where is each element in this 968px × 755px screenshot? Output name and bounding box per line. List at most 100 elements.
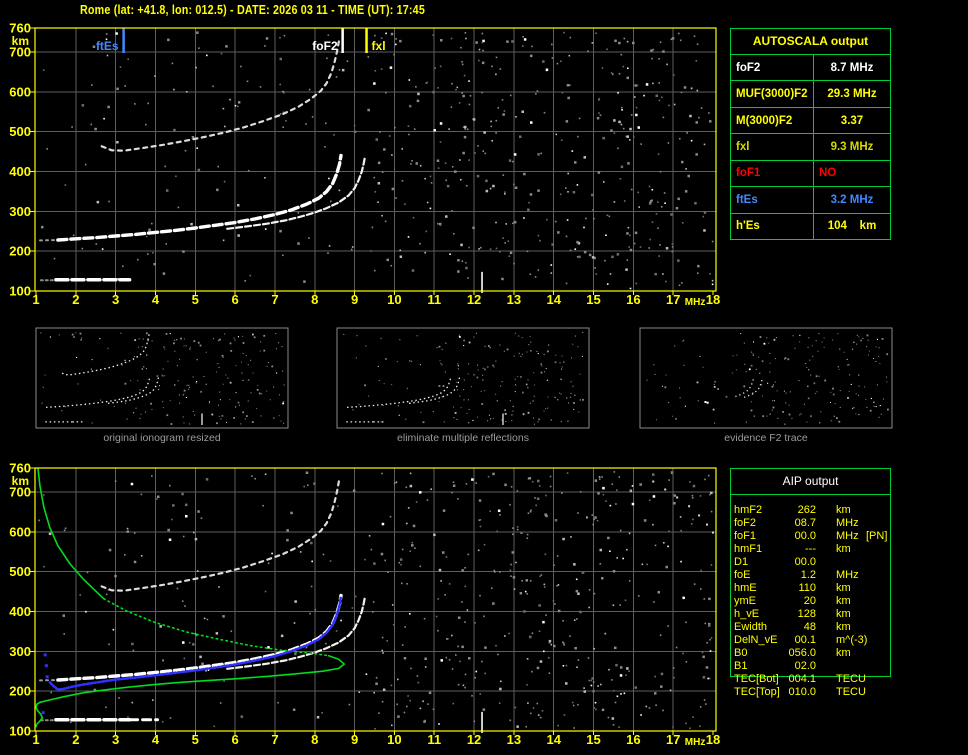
aip-row-unit <box>836 556 866 569</box>
aip-row-name: hmE <box>734 582 757 594</box>
mini-evidence-dot <box>704 401 707 403</box>
x-tick-label: 2 <box>72 292 79 307</box>
y-tick-label: 300 <box>9 644 31 659</box>
y-tick-label: 500 <box>9 564 31 579</box>
aip-row-name: B1 <box>734 660 748 672</box>
aip-row-unit: km <box>836 608 851 620</box>
aip-row: D1 00.0 <box>734 556 891 569</box>
x-tick-label: 6 <box>232 292 239 307</box>
thumbnail-border <box>639 327 893 429</box>
thumbnail-caption-eliminate: eliminate multiple reflections <box>397 432 529 444</box>
thumbnail-eliminate <box>336 327 590 429</box>
corner-arc-dot <box>652 480 655 483</box>
interference-streak <box>481 271 483 293</box>
y-unit-label: km <box>12 474 29 488</box>
autoscala-output-table: AUTOSCALA output foF2 8.7 MHz MUF(3000)F2 2… <box>730 28 891 240</box>
aip-row-unit: MHz <box>836 530 859 542</box>
x-tick-label: 15 <box>586 732 600 747</box>
axis-ticks <box>30 27 714 295</box>
aip-row-name: B0 <box>734 647 748 659</box>
y-tick-label: 200 <box>9 244 31 259</box>
aip-row: foE 1.2 MHz <box>734 569 891 582</box>
aip-row-value: 00.0 <box>794 556 816 568</box>
aip-row-name: D1 <box>734 556 749 568</box>
restored-trace-point <box>45 675 49 679</box>
y-tick-label: 300 <box>9 204 31 219</box>
f2-xmode-trace <box>226 156 366 230</box>
corner-arc-dot <box>664 488 667 491</box>
autoscala-row-label: ftEs <box>731 187 814 213</box>
autoscala-row: MUF(3000)F2 29.3 MHz <box>731 80 890 107</box>
f2-xmode-trace <box>226 596 366 670</box>
x-tick-label: 18 <box>706 292 720 307</box>
aip-row-unit: km <box>836 543 851 555</box>
aip-row-name: Ewidth <box>734 621 768 633</box>
x-tick-label: 14 <box>546 732 561 747</box>
grid-lines <box>35 28 716 291</box>
electron-density-profile <box>35 468 346 728</box>
aip-row: B1 02.0 <box>734 660 891 673</box>
x-tick-label: 8 <box>311 292 318 307</box>
corner-arc-dot <box>712 531 714 534</box>
autoscala-row-label: M(3000)F2 <box>731 107 814 134</box>
aip-row-note <box>866 582 891 595</box>
corner-arc-dot <box>688 505 691 508</box>
autoscala-row: h'Es 104 km <box>731 212 890 239</box>
y-tick-label: 600 <box>9 84 31 99</box>
thumbnail-border <box>336 327 590 429</box>
autoscala-screen: 1 2 3 4 5 6 7 8 9 10 11 12 13 14 15 16 17 18 MHz 760 700 600 5… <box>0 0 968 755</box>
aip-row-unit: km <box>836 582 851 594</box>
top-ionogram-plot: 1 2 3 4 5 6 7 8 9 10 11 12 13 14 15 16 17 18MHz7607006005… <box>9 21 720 309</box>
autoscala-table-rows: foF2 8.7 MHz MUF(3000)F2 29.3 MHz M(3000)F2 3… <box>731 55 890 239</box>
f2-omode-trace <box>56 593 343 682</box>
aip-row: hmF2 262 km <box>734 504 891 517</box>
x-unit-label: MHz <box>685 737 706 748</box>
x-tick-label: 16 <box>626 292 640 307</box>
aip-row-value: 010.0 <box>788 686 816 698</box>
autoscala-row: ftEs 3.2 MHz <box>731 186 890 213</box>
marker-foF2-label: foF2 <box>312 39 338 53</box>
y-tick-label: 400 <box>9 604 31 619</box>
mini-evidence-dot <box>706 401 709 404</box>
thumbnail-caption-evidence: evidence F2 trace <box>724 432 808 444</box>
aip-row-note <box>866 686 891 699</box>
aip-row-name: TEC[Top] <box>734 686 780 698</box>
x-tick-label: 12 <box>467 292 481 307</box>
aip-row-value: 00.1 <box>794 634 816 646</box>
x-tick-label: 7 <box>271 732 278 747</box>
autoscala-row-label: fxl <box>731 134 814 160</box>
aip-row: foF1 00.0 MHz [PN] <box>734 530 891 543</box>
aip-row-note <box>866 595 891 608</box>
y-tick-label: 100 <box>9 284 31 299</box>
profile-e-region-nose <box>35 703 44 728</box>
aip-row-note <box>866 673 891 686</box>
autoscala-row-value: 9.3 MHz <box>830 140 874 153</box>
aip-row: ymE 20 km <box>734 595 891 608</box>
x-tick-label: 13 <box>507 732 521 747</box>
aip-table-header: AIP output <box>782 474 839 488</box>
y-tick-label: 500 <box>9 124 31 139</box>
aip-row-name: TEC[Bot] <box>734 673 779 685</box>
x-tick-label: 8 <box>311 732 318 747</box>
aip-row-value: 004.1 <box>788 673 816 685</box>
window-title: Rome (lat: +41.8, lon: 012.5) - DATE: 20… <box>80 3 425 17</box>
corner-arc-dot <box>698 514 701 517</box>
autoscala-row: fxl 9.3 MHz <box>731 133 890 160</box>
aip-row-unit: km <box>836 647 851 659</box>
mini-multiple-trace <box>61 333 150 376</box>
profile-bottomside-solid <box>36 654 346 706</box>
aip-row-note <box>866 608 891 621</box>
autoscala-row: M(3000)F2 3.37 <box>731 106 890 134</box>
autoscala-row-label: h'Es <box>731 213 814 239</box>
aip-row: DelN_vE 00.1 m^(-3) <box>734 634 891 647</box>
thumbnail-caption-original: original ionogram resized <box>103 432 221 444</box>
aip-row-note: [PN] <box>866 530 888 542</box>
autoscala-row-value: 3.2 MHz <box>830 193 874 206</box>
aip-row-note <box>866 543 891 556</box>
restored-trace-point <box>41 711 45 715</box>
y-tick-label: 400 <box>9 164 31 179</box>
multiple-reflection-trace <box>100 36 341 152</box>
autoscala-row-value: 104 km <box>827 220 877 233</box>
x-tick-label: 9 <box>351 292 358 307</box>
aip-row-unit: MHz <box>836 517 859 529</box>
